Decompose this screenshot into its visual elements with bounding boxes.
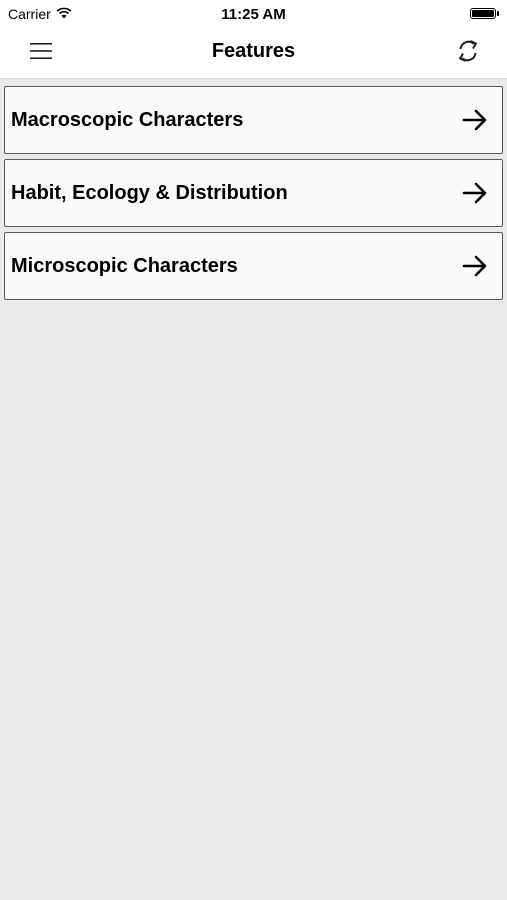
status-bar: Carrier 11:25 AM <box>0 0 507 28</box>
arrow-right-icon <box>462 254 488 283</box>
page-title: Features <box>211 40 296 62</box>
status-time: 11:25 AM <box>221 6 286 23</box>
refresh-button[interactable] <box>451 36 485 70</box>
list-item-label: Habit, Ecology & Distribution <box>11 182 288 204</box>
list-item-label: Microscopic Characters <box>11 255 238 277</box>
refresh-icon <box>456 38 480 69</box>
list-item-microscopic-characters[interactable]: Microscopic Characters <box>4 232 503 300</box>
list-item-label: Macroscopic Characters <box>11 109 244 131</box>
features-list: Macroscopic Characters Habit, Ecology & … <box>4 86 503 305</box>
arrow-right-icon <box>462 108 488 137</box>
list-item-macroscopic-characters[interactable]: Macroscopic Characters <box>4 86 503 154</box>
battery-icon <box>470 8 499 19</box>
list-item-habit-ecology-distribution[interactable]: Habit, Ecology & Distribution <box>4 159 503 227</box>
arrow-right-icon <box>462 181 488 210</box>
navigation-bar: Features <box>0 28 507 79</box>
